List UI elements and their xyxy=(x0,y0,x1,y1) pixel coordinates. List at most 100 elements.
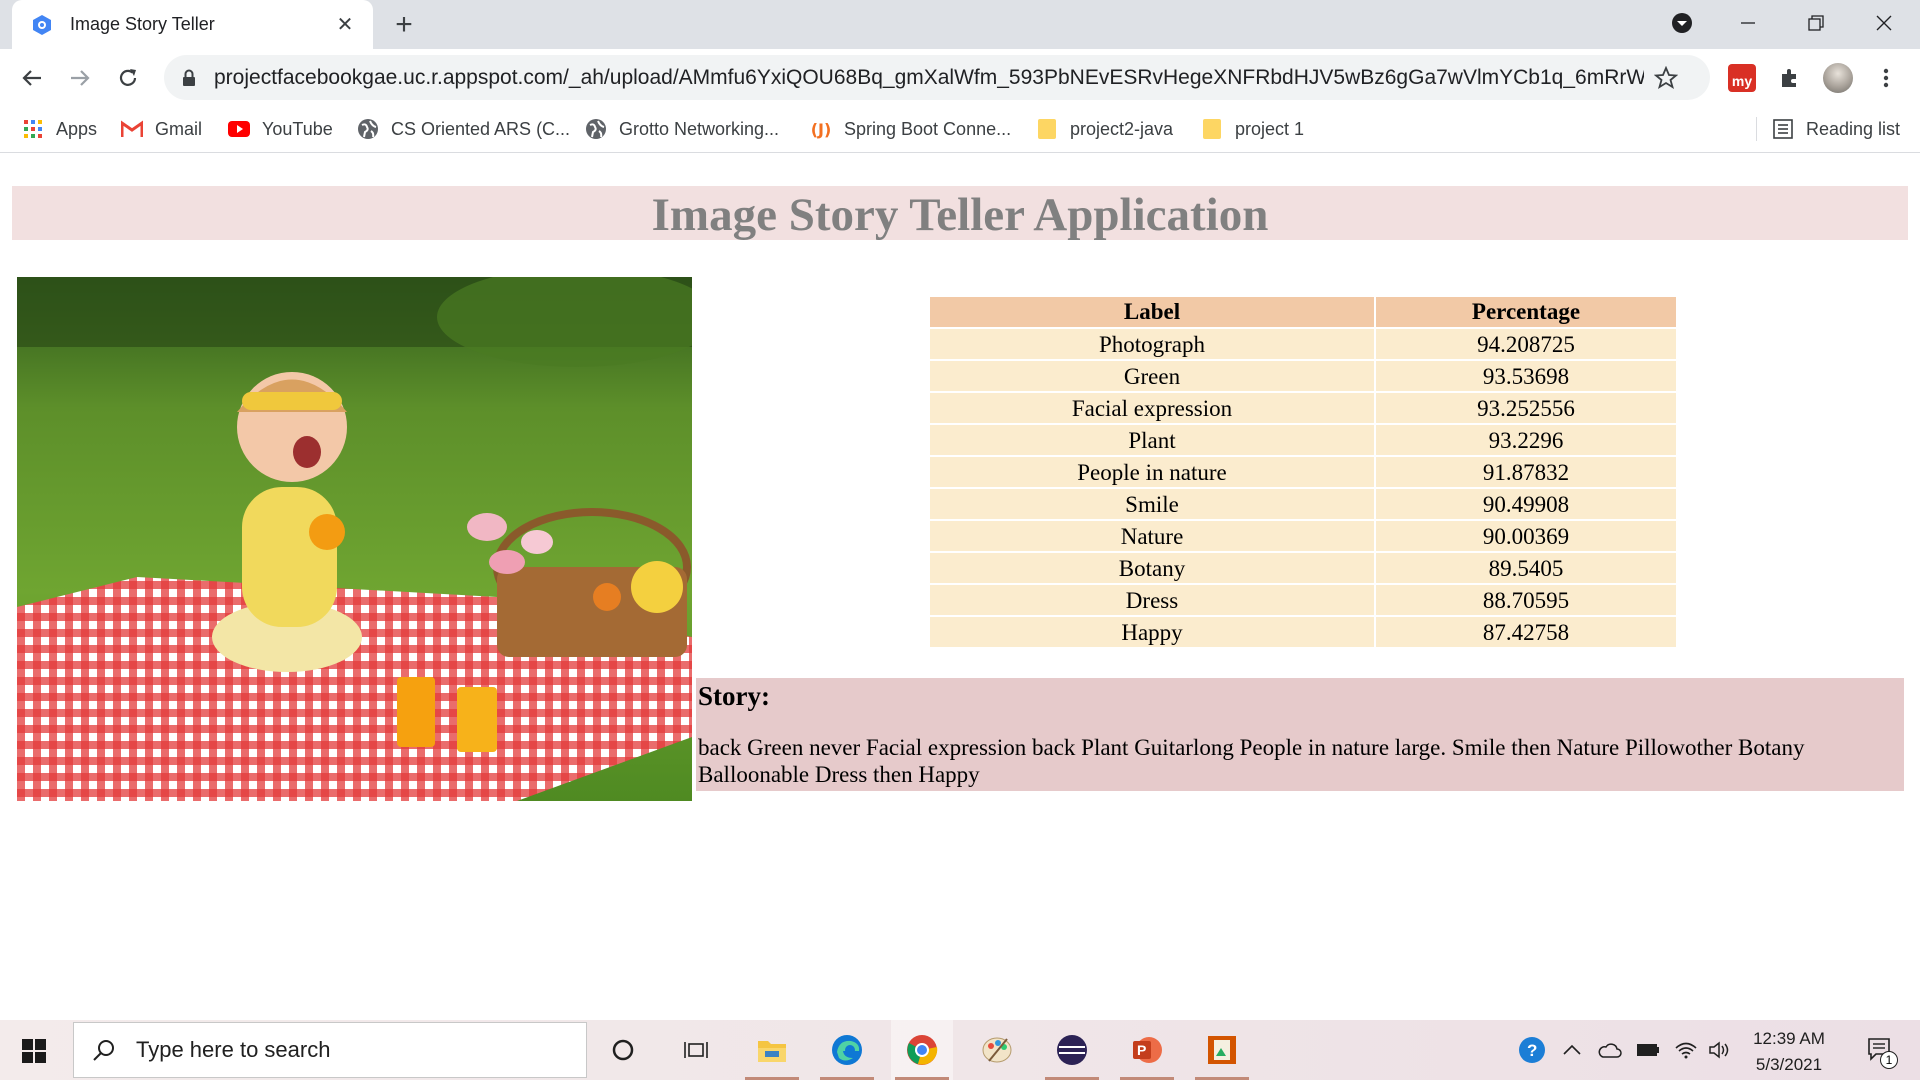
forward-button[interactable] xyxy=(62,60,98,96)
folder-icon xyxy=(1201,118,1223,140)
bookmark-grotto-networking[interactable]: Grotto Networking... xyxy=(585,106,779,152)
file-explorer-button[interactable] xyxy=(741,1020,803,1080)
chevron-up-icon xyxy=(1563,1044,1581,1055)
powerpoint-button[interactable]: P xyxy=(1116,1020,1178,1080)
onedrive-button[interactable] xyxy=(1594,1020,1626,1080)
bookmark-label: project 1 xyxy=(1235,118,1305,139)
help-button[interactable]: ? xyxy=(1514,1020,1550,1080)
clock-time: 12:39 AM xyxy=(1753,1029,1825,1048)
gmail-icon xyxy=(121,118,143,140)
start-button[interactable] xyxy=(10,1028,58,1074)
bookmark-label: Grotto Networking... xyxy=(619,118,780,139)
eclipse-icon xyxy=(1057,1035,1087,1065)
bookmark-project2-java[interactable]: project2-java xyxy=(1036,106,1173,152)
bookmark-spring-boot[interactable]: (J) Spring Boot Conne... xyxy=(810,106,1011,152)
folder-icon xyxy=(1036,118,1058,140)
page-title: Image Story Teller Application xyxy=(12,186,1908,241)
label-cell: Nature xyxy=(930,521,1374,551)
label-cell: Green xyxy=(930,361,1374,391)
new-tab-button[interactable]: + xyxy=(388,8,420,41)
globe-icon xyxy=(585,118,607,140)
table-row: Photograph 94.208725 xyxy=(930,329,1676,359)
browser-toolbar: projectfacebookgae.uc.r.appspot.com/_ah/… xyxy=(0,49,1920,106)
bookmark-project-1[interactable]: project 1 xyxy=(1201,106,1304,152)
puzzle-icon xyxy=(1782,69,1796,87)
cortana-circle-icon xyxy=(612,1039,634,1061)
powerpoint-icon: P xyxy=(1133,1037,1162,1063)
my-extension-icon: my xyxy=(1728,64,1756,92)
volume-button[interactable] xyxy=(1704,1020,1736,1080)
labels-table: Label Percentage Photograph 94.208725 Gre… xyxy=(928,295,1678,649)
profile-avatar[interactable] xyxy=(1822,62,1854,94)
paint-palette-icon xyxy=(982,1037,1012,1063)
reading-list-button[interactable]: Reading list xyxy=(1772,106,1900,152)
url-text: projectfacebookgae.uc.r.appspot.com/_ah/… xyxy=(214,65,1644,89)
percentage-cell: 89.5405 xyxy=(1376,553,1676,583)
tab-image-story-teller[interactable]: Image Story Teller ✕ xyxy=(12,0,373,49)
percentage-cell: 90.00369 xyxy=(1376,521,1676,551)
task-view-icon xyxy=(684,1042,708,1058)
restore-button[interactable] xyxy=(1782,0,1850,45)
extensions-button[interactable] xyxy=(1774,62,1806,94)
table-row: Plant 93.2296 xyxy=(930,425,1676,455)
svg-text:?: ? xyxy=(1527,1041,1537,1060)
back-button[interactable] xyxy=(14,60,50,96)
story-text: back Green never Facial expression back … xyxy=(698,735,1805,787)
bookmark-label: Spring Boot Conne... xyxy=(844,118,1012,139)
label-cell: Photograph xyxy=(930,329,1374,359)
reload-icon xyxy=(119,69,137,86)
close-window-button[interactable] xyxy=(1850,0,1918,45)
kebab-menu-icon xyxy=(1883,68,1889,88)
table-header-row: Label Percentage xyxy=(930,297,1676,327)
table-row: Nature 90.00369 xyxy=(930,521,1676,551)
bookmark-apps[interactable]: Apps xyxy=(22,106,97,152)
table-row: Happy 87.42758 xyxy=(930,617,1676,647)
tab-search-button[interactable] xyxy=(1648,0,1716,45)
bookmark-cs-oriented-ars[interactable]: CS Oriented ARS (C... xyxy=(357,106,570,152)
browser-menu-button[interactable] xyxy=(1870,62,1902,94)
percentage-cell: 93.2296 xyxy=(1376,425,1676,455)
action-center-button[interactable]: 1 xyxy=(1858,1020,1902,1080)
reload-button[interactable] xyxy=(110,60,146,96)
show-hidden-icons-button[interactable] xyxy=(1558,1020,1586,1080)
label-cell: Dress xyxy=(930,585,1374,615)
minimize-button[interactable] xyxy=(1714,0,1782,45)
clock-date: 5/3/2021 xyxy=(1755,1055,1823,1074)
file-explorer-icon xyxy=(758,1041,786,1062)
cloud-icon xyxy=(1598,1043,1622,1058)
table-row: People in nature 91.87832 xyxy=(930,457,1676,487)
paint-button[interactable] xyxy=(966,1020,1028,1080)
web-page: Image Story Teller Application Label Per… xyxy=(0,154,1920,1020)
task-view-button[interactable] xyxy=(665,1020,727,1080)
cortana-button[interactable] xyxy=(592,1020,654,1080)
chrome-button[interactable] xyxy=(891,1020,953,1080)
chevron-down-circle-icon xyxy=(1672,12,1692,33)
image-viewer-button[interactable] xyxy=(1191,1020,1253,1080)
arrow-left-icon xyxy=(22,70,41,86)
table-row: Botany 89.5405 xyxy=(930,553,1676,583)
close-tab-icon[interactable]: ✕ xyxy=(331,11,359,39)
close-icon xyxy=(1876,15,1892,30)
story-heading: Story: xyxy=(698,681,770,711)
bookmark-gmail[interactable]: Gmail xyxy=(121,106,202,152)
battery-button[interactable] xyxy=(1632,1020,1664,1080)
percentage-cell: 91.87832 xyxy=(1376,457,1676,487)
minimize-icon xyxy=(1741,21,1755,24)
eclipse-button[interactable] xyxy=(1041,1020,1103,1080)
system-clock[interactable]: 12:39 AM 5/3/2021 xyxy=(1734,1026,1844,1078)
table-row: Smile 90.49908 xyxy=(930,489,1676,519)
help-icon: ? xyxy=(1519,1037,1545,1063)
battery-icon xyxy=(1637,1044,1659,1056)
percentage-cell: 94.208725 xyxy=(1376,329,1676,359)
address-bar[interactable]: projectfacebookgae.uc.r.appspot.com/_ah/… xyxy=(164,55,1710,100)
taskbar-search-input[interactable]: Type here to search xyxy=(73,1022,587,1078)
wifi-button[interactable] xyxy=(1670,1020,1702,1080)
percentage-cell: 93.252556 xyxy=(1376,393,1676,423)
bookmark-star-icon[interactable] xyxy=(1654,65,1678,90)
bookmark-youtube[interactable]: YouTube xyxy=(228,106,333,152)
label-cell: People in nature xyxy=(930,457,1374,487)
bookmarks-bar: Apps Gmail YouTube CS Oriented ARS (C...… xyxy=(0,106,1920,153)
extension-my-button[interactable]: my xyxy=(1726,62,1758,94)
percentage-cell: 90.49908 xyxy=(1376,489,1676,519)
edge-button[interactable] xyxy=(816,1020,878,1080)
